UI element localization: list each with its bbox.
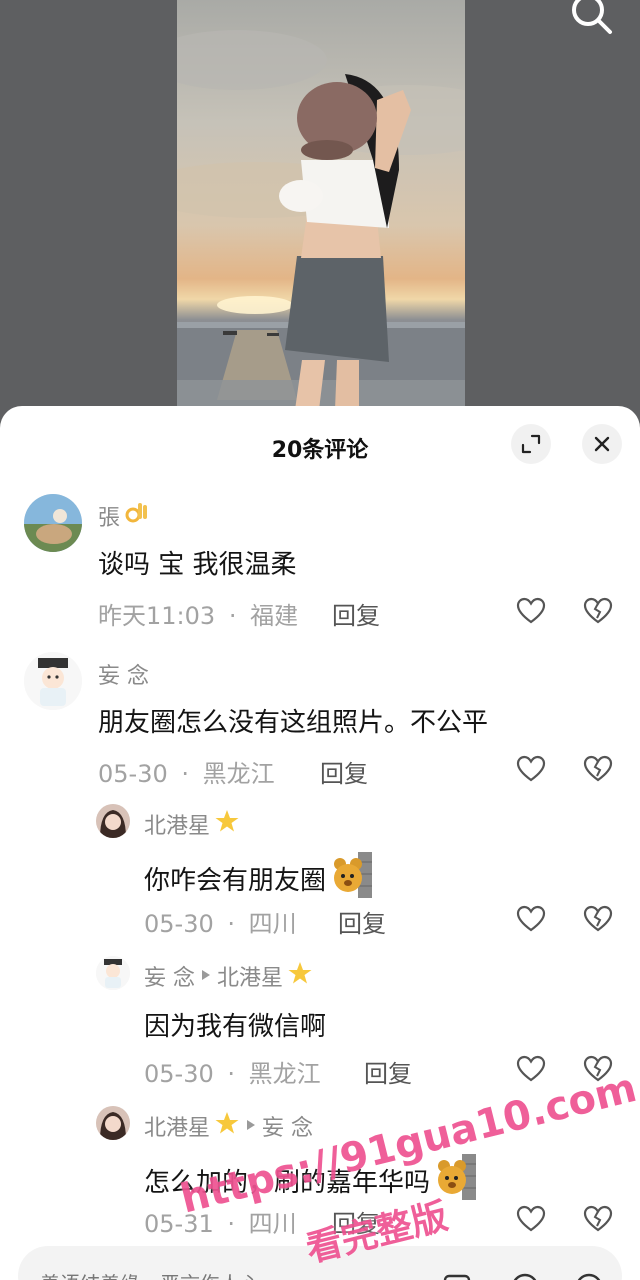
comment-meta: 05-30 · 黑龙江 [144,1054,321,1089]
image-icon [443,1274,471,1280]
broken-heart-icon [583,905,613,932]
search-button[interactable] [566,0,616,40]
avatar[interactable] [96,956,130,990]
dislike-button[interactable] [583,1204,613,1234]
meta-separator: · [227,1210,236,1238]
heart-icon [516,1205,546,1232]
mention-button[interactable] [510,1272,540,1280]
video-backdrop-left [0,0,177,410]
expand-button[interactable] [511,424,551,464]
beach-photo-illustration [177,30,465,410]
close-button[interactable] [582,424,622,464]
like-button[interactable] [516,904,546,934]
heart-icon [516,597,546,624]
broken-heart-icon [583,755,613,782]
comment-time: 05-30 [98,760,168,788]
broken-heart-icon [583,1205,613,1232]
comment-location: 四川 [248,1210,297,1238]
avatar[interactable] [96,1106,130,1140]
search-icon [572,0,612,34]
like-button[interactable] [516,1204,546,1234]
comment-author[interactable]: 張 [98,500,150,532]
comment-text: 谈吗 宝 我很温柔 [98,550,297,580]
video-backdrop-right [465,0,640,410]
emoji-button[interactable] [574,1272,604,1280]
at-icon [513,1273,537,1280]
reply-button[interactable]: 回复 [338,904,386,939]
expand-icon [521,434,541,454]
reply-arrow-icon [199,964,213,989]
ok-hand-emoji [124,500,150,532]
dislike-button[interactable] [583,596,613,626]
reply-to-name[interactable]: 妄 念 [262,1110,313,1142]
comment-text: 朋友圈怎么没有这组照片。不公平 [98,708,489,738]
comment-text: 因为我有微信啊 [144,1012,327,1042]
comment-location: 黑龙江 [202,760,275,788]
comment-time: 05-30 [144,1060,214,1088]
broken-heart-icon [583,597,613,624]
comment-meta: 05-30 · 四川 [144,904,297,939]
meta-separator: · [228,602,237,630]
comment-author[interactable]: 妄 念 [98,658,149,690]
comment-author: 妄 念 北港星 [144,960,313,992]
reply-button[interactable]: 回复 [364,1054,412,1089]
emoji-icon [577,1273,601,1280]
dislike-button[interactable] [583,904,613,934]
meta-separator: · [181,760,190,788]
dislike-button[interactable] [583,754,613,784]
comment-location: 四川 [248,910,297,938]
heart-icon [516,905,546,932]
close-icon [594,436,610,452]
avatar[interactable] [24,652,82,710]
comment-time: 05-30 [144,910,214,938]
reply-to-name[interactable]: 北港星 [217,960,283,992]
comment-text: 你咋会有朋友圈 [144,852,374,905]
comment-author: 北港星 妄 念 [144,1110,313,1142]
like-button[interactable] [516,596,546,626]
comment-meta: 05-30 · 黑龙江 [98,754,275,789]
comment-input-placeholder: 善语结善缘，恶言伤人心 [40,1268,260,1280]
star-emoji [214,808,240,840]
star-emoji [214,1110,240,1142]
avatar[interactable] [24,494,82,552]
comment-author[interactable]: 北港星 [144,808,240,840]
heart-icon [516,1055,546,1082]
meta-separator: · [227,1060,236,1088]
comment-location: 黑龙江 [248,1060,321,1088]
reply-button[interactable]: 回复 [320,754,368,789]
video-frame[interactable] [177,0,465,410]
like-button[interactable] [516,754,546,784]
comment-location: 福建 [250,602,299,630]
avatar[interactable] [96,804,130,838]
bear-peeking-emoji [332,852,374,905]
comment-time: 昨天11:03 [98,602,216,630]
heart-icon [516,755,546,782]
comment-meta: 昨天11:03 · 福建 [98,596,298,631]
reply-button[interactable]: 回复 [332,596,380,631]
image-button[interactable] [442,1272,472,1280]
star-emoji [287,960,313,992]
like-button[interactable] [516,1054,546,1084]
meta-separator: · [227,910,236,938]
reply-arrow-icon [244,1114,258,1139]
